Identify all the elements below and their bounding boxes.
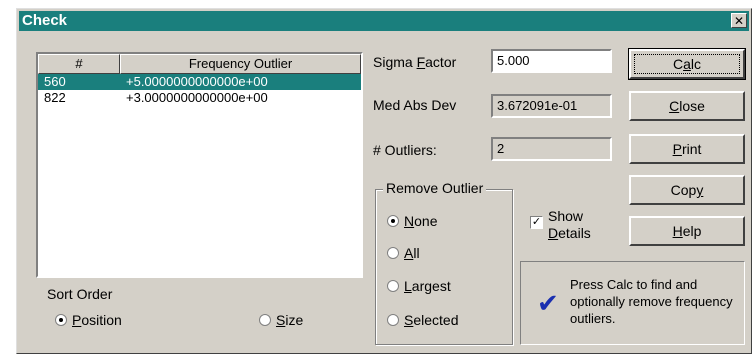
radio-indicator	[387, 215, 399, 227]
radio-indicator	[55, 314, 67, 326]
radio-indicator	[387, 280, 399, 292]
column-header-frequency-outlier[interactable]: Frequency Outlier	[120, 54, 361, 74]
radio-label: Size	[276, 312, 304, 328]
checkbox-label: Show Details	[548, 208, 591, 241]
info-message: Press Calc to find and optionally remove…	[570, 277, 733, 326]
table-row[interactable]: 560 +5.0000000000000e+00	[38, 74, 361, 90]
check-dialog: Check ✕ # Frequency Outlier 560 +5.00000…	[16, 8, 752, 354]
show-details-checkbox[interactable]: ✓ Show Details	[530, 208, 591, 242]
radio-label: None	[404, 213, 438, 229]
row-value: +3.0000000000000e+00	[126, 90, 268, 105]
info-panel: ✔ Press Calc to find and optionally remo…	[520, 261, 745, 345]
close-button[interactable]: Close	[629, 91, 745, 121]
help-button[interactable]: Help	[629, 216, 745, 246]
remove-largest-radio[interactable]: Largest	[387, 278, 451, 294]
radio-label: Largest	[404, 278, 451, 294]
row-value: +5.0000000000000e+00	[126, 74, 268, 89]
outliers-count-label: # Outliers:	[373, 142, 437, 158]
sort-size-radio[interactable]: Size	[259, 312, 303, 328]
outliers-count-value: 2	[491, 137, 612, 161]
radio-indicator	[387, 247, 399, 259]
outlier-list[interactable]: # Frequency Outlier 560 +5.0000000000000…	[36, 52, 363, 278]
close-icon[interactable]: ✕	[731, 13, 747, 28]
sort-position-radio[interactable]: Position	[55, 312, 122, 328]
title-bar: Check ✕	[19, 11, 749, 31]
print-button[interactable]: Print	[629, 134, 745, 164]
column-header-number[interactable]: #	[38, 54, 120, 74]
remove-outlier-label: Remove Outlier	[383, 180, 487, 196]
med-abs-dev-value: 3.672091e-01	[491, 94, 612, 118]
table-row[interactable]: 822 +3.0000000000000e+00	[38, 90, 361, 106]
copy-button[interactable]: Copy	[629, 175, 745, 205]
window-title: Check	[22, 12, 68, 29]
calc-button[interactable]: Calc	[628, 48, 746, 80]
checkbox-indicator: ✓	[530, 216, 543, 229]
radio-label: Position	[72, 312, 122, 328]
remove-selected-radio[interactable]: Selected	[387, 312, 459, 328]
sigma-factor-label: Sigma Factor	[373, 54, 457, 70]
radio-label: All	[404, 245, 420, 261]
row-number: 822	[44, 90, 66, 105]
row-number: 560	[44, 74, 66, 89]
remove-none-radio[interactable]: None	[387, 213, 437, 229]
sort-order-label: Sort Order	[47, 286, 113, 302]
med-abs-dev-label: Med Abs Dev	[373, 97, 457, 113]
checkmark-icon: ✔	[537, 288, 559, 318]
sigma-factor-input[interactable]: 5.000	[491, 49, 612, 73]
remove-all-radio[interactable]: All	[387, 245, 420, 261]
radio-label: Selected	[404, 312, 459, 328]
radio-indicator	[259, 314, 271, 326]
radio-indicator	[387, 314, 399, 326]
list-header: # Frequency Outlier	[38, 54, 361, 74]
